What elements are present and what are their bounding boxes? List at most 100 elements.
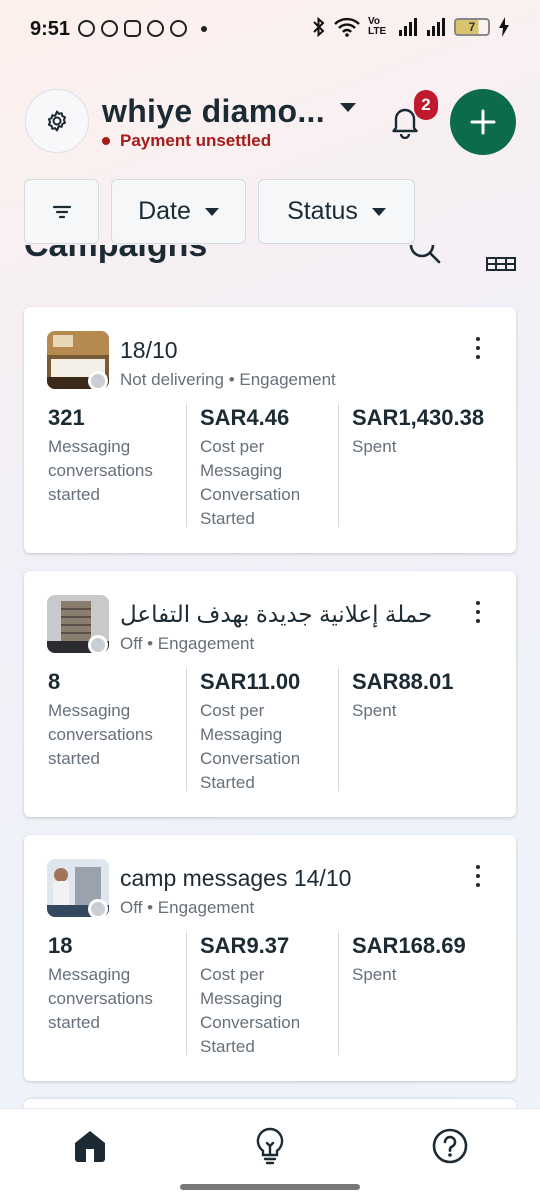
whatsapp-icon bbox=[147, 20, 164, 37]
metric-value: SAR4.46 bbox=[200, 405, 290, 430]
campaign-objective: Engagement bbox=[239, 370, 336, 389]
metric-cost-per: SAR9.37 Cost per Messaging Conversation … bbox=[200, 931, 350, 1059]
metric-divider bbox=[338, 667, 339, 791]
notification-icons bbox=[78, 20, 207, 37]
nav-help[interactable] bbox=[430, 1126, 470, 1166]
metric-value: SAR88.01 bbox=[352, 669, 454, 694]
metric-spent: SAR1,430.38 Spent bbox=[352, 403, 500, 459]
chevron-down-icon bbox=[371, 207, 386, 216]
metric-divider bbox=[186, 667, 187, 791]
account-status-label: Payment unsettled bbox=[120, 131, 272, 150]
metric-label: Cost per Messaging Conversation Started bbox=[200, 701, 301, 792]
metric-cost-per: SAR11.00 Cost per Messaging Conversation… bbox=[200, 667, 350, 795]
campaign-name: 18/10 bbox=[120, 337, 178, 363]
metric-value: SAR11.00 bbox=[200, 669, 301, 694]
settings-button[interactable] bbox=[25, 89, 89, 153]
home-icon bbox=[75, 1131, 105, 1162]
bluetooth-icon bbox=[313, 17, 325, 37]
campaign-objective: Engagement bbox=[157, 898, 255, 917]
campaign-card[interactable]: حملة إعلانية جديدة بهدف التفاعل Off • En… bbox=[24, 571, 516, 817]
metric-spent: SAR168.69 Spent bbox=[352, 931, 500, 987]
charging-icon bbox=[499, 17, 509, 37]
metric-conversations: 8 Messaging conversations started bbox=[48, 667, 198, 771]
status-time: 9:51 bbox=[30, 18, 71, 40]
campaign-status: Off bbox=[120, 898, 143, 917]
metric-label: Cost per Messaging Conversation Started bbox=[200, 437, 301, 528]
delivery-status-dot bbox=[88, 635, 108, 655]
separator: • bbox=[147, 898, 154, 917]
nav-home[interactable] bbox=[70, 1126, 110, 1166]
status-filter-label: Status bbox=[287, 197, 358, 225]
campaign-status: Not delivering bbox=[120, 370, 224, 389]
gear-icon bbox=[47, 110, 67, 132]
metric-value: 321 bbox=[48, 405, 85, 430]
campaign-card[interactable]: camp messages 14/10 Off • Engagement 18 … bbox=[24, 835, 516, 1081]
wifi-icon bbox=[334, 17, 360, 37]
metric-label: Spent bbox=[352, 701, 397, 720]
metric-divider bbox=[186, 403, 187, 527]
metric-label: Messaging conversations started bbox=[48, 701, 153, 768]
date-filter-button[interactable]: Date bbox=[111, 179, 246, 244]
campaign-status: Off bbox=[120, 634, 143, 653]
campaign-subtitle: Not delivering • Engagement bbox=[120, 370, 336, 390]
gesture-home-bar[interactable] bbox=[180, 1184, 360, 1190]
more-options-icon[interactable] bbox=[476, 601, 482, 623]
metric-value: 8 bbox=[48, 669, 61, 694]
account-status: Payment unsettled bbox=[102, 131, 271, 151]
create-button[interactable] bbox=[450, 89, 516, 155]
separator: • bbox=[147, 634, 154, 653]
chevron-down-icon bbox=[204, 207, 219, 216]
section-title: Campaigns bbox=[24, 245, 208, 264]
table-view-icon[interactable] bbox=[486, 257, 516, 271]
more-options-icon[interactable] bbox=[476, 337, 482, 359]
lightbulb-icon bbox=[256, 1127, 284, 1165]
separator: • bbox=[228, 370, 235, 389]
system-icons: Vo LTE 7 bbox=[312, 17, 510, 37]
metric-divider bbox=[338, 403, 339, 527]
delivery-status-dot bbox=[88, 899, 108, 919]
metric-label: Spent bbox=[352, 437, 397, 456]
plus-icon bbox=[470, 109, 496, 135]
campaign-subtitle: Off • Engagement bbox=[120, 898, 254, 918]
status-bar: 9:51 Vo LTE 7 bbox=[0, 0, 540, 62]
chat-icon bbox=[101, 20, 118, 37]
signal-icon bbox=[399, 18, 417, 36]
delivery-status-dot bbox=[88, 371, 108, 391]
campaign-name: camp messages 14/10 bbox=[120, 865, 352, 891]
account-name[interactable]: whiye diamo... bbox=[102, 93, 325, 130]
nav-insights[interactable] bbox=[250, 1126, 290, 1166]
metric-divider bbox=[338, 931, 339, 1055]
campaign-card[interactable]: 18/10 Not delivering • Engagement 321 Me… bbox=[24, 307, 516, 553]
network-type-label: Vo LTE bbox=[368, 16, 387, 37]
notification-badge: 2 bbox=[414, 90, 438, 120]
status-dot bbox=[102, 137, 110, 145]
metric-spent: SAR88.01 Spent bbox=[352, 667, 500, 723]
date-filter-label: Date bbox=[138, 197, 191, 225]
messenger-icon bbox=[170, 20, 187, 37]
filter-icon bbox=[52, 205, 71, 218]
search-icon[interactable] bbox=[408, 245, 442, 271]
metric-label: Cost per Messaging Conversation Started bbox=[200, 965, 301, 1056]
campaign-objective: Engagement bbox=[157, 634, 255, 653]
metric-label: Spent bbox=[352, 965, 397, 984]
metric-value: 18 bbox=[48, 933, 73, 958]
signal-icon-2 bbox=[427, 18, 445, 36]
campaign-subtitle: Off • Engagement bbox=[120, 634, 254, 654]
metric-cost-per: SAR4.46 Cost per Messaging Conversation … bbox=[200, 403, 350, 531]
metric-divider bbox=[186, 931, 187, 1055]
more-options-icon[interactable] bbox=[476, 865, 482, 887]
metric-label: Messaging conversations started bbox=[48, 965, 153, 1032]
chevron-down-icon[interactable] bbox=[340, 103, 356, 112]
campaign-name: حملة إعلانية جديدة بهدف التفاعل bbox=[120, 601, 433, 627]
metric-conversations: 321 Messaging conversations started bbox=[48, 403, 198, 507]
section-header: Campaigns bbox=[0, 245, 540, 275]
metric-value: SAR1,430.38 bbox=[352, 405, 485, 430]
status-filter-button[interactable]: Status bbox=[258, 179, 415, 244]
filter-button[interactable] bbox=[24, 179, 99, 244]
metric-value: SAR9.37 bbox=[200, 933, 290, 958]
instagram-icon bbox=[124, 20, 141, 37]
battery-icon: 7 bbox=[454, 18, 490, 36]
metric-conversations: 18 Messaging conversations started bbox=[48, 931, 198, 1035]
metric-value: SAR168.69 bbox=[352, 933, 466, 958]
metric-label: Messaging conversations started bbox=[48, 437, 153, 504]
